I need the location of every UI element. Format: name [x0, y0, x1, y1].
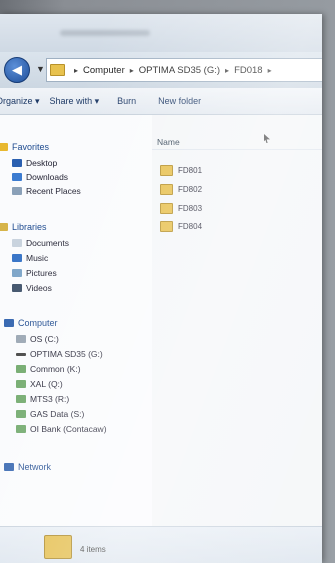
nav-drive-g[interactable]: OPTIMA SD35 (G:)	[16, 349, 103, 359]
folder-icon	[160, 165, 173, 176]
folder-icon	[160, 184, 173, 195]
nav-drive-q[interactable]: XAL (Q:)	[16, 379, 63, 389]
nav-drive-r[interactable]: MTS3 (R:)	[16, 394, 69, 404]
chevron-right-icon: ▸	[74, 65, 79, 75]
new-folder-button[interactable]: New folder	[158, 96, 201, 106]
removable-drive-icon	[16, 352, 26, 356]
star-icon	[0, 143, 8, 151]
folder-row[interactable]: FD804	[160, 221, 202, 232]
breadcrumb-computer[interactable]: Computer	[83, 65, 125, 76]
title-bar	[0, 14, 322, 52]
music-icon	[12, 254, 22, 262]
back-button[interactable]: ◀	[4, 57, 30, 83]
address-row: ◀ ▼ ▸ Computer ▸ OPTIMA SD35 (G:) ▸ FD01…	[0, 52, 322, 88]
nav-documents[interactable]: Documents	[12, 238, 69, 248]
folder-icon	[160, 203, 173, 214]
details-pane: 4 items	[0, 526, 322, 563]
nav-music[interactable]: Music	[12, 253, 48, 263]
videos-icon	[12, 284, 22, 292]
recent-pages-caret[interactable]: ▼	[36, 64, 45, 74]
recent-places-icon	[12, 187, 22, 195]
pictures-icon	[12, 269, 22, 277]
explorer-window: ◀ ▼ ▸ Computer ▸ OPTIMA SD35 (G:) ▸ FD01…	[0, 14, 322, 563]
share-with-button[interactable]: Share with ▾	[50, 96, 100, 107]
nav-downloads[interactable]: Downloads	[12, 172, 68, 182]
nav-pictures[interactable]: Pictures	[12, 268, 57, 278]
folder-icon	[160, 221, 173, 232]
window-title-blurred	[60, 30, 150, 36]
network-drive-icon	[16, 410, 26, 418]
file-list: Name FD801 FD802 FD803 FD804	[152, 115, 322, 545]
network-drive-icon	[16, 380, 26, 388]
nav-libraries[interactable]: Libraries	[0, 222, 47, 232]
network-icon	[4, 463, 14, 471]
command-bar: Organize ▾ Share with ▾ Burn New folder	[0, 88, 322, 115]
column-header-name[interactable]: Name	[157, 137, 180, 147]
nav-videos[interactable]: Videos	[12, 283, 52, 293]
chevron-right-icon: ▸	[225, 65, 230, 75]
header-divider	[152, 149, 322, 150]
documents-icon	[12, 239, 22, 247]
network-drive-icon	[16, 365, 26, 373]
nav-network[interactable]: Network	[4, 462, 51, 472]
chevron-right-icon: ▸	[129, 65, 134, 75]
burn-button[interactable]: Burn	[117, 96, 136, 106]
nav-drive-c[interactable]: OS (C:)	[16, 334, 59, 344]
address-bar[interactable]: ▸ Computer ▸ OPTIMA SD35 (G:) ▸ FD018 ▸	[46, 58, 322, 82]
nav-recent-places[interactable]: Recent Places	[12, 186, 81, 196]
desktop-icon	[12, 159, 22, 167]
nav-favorites[interactable]: Favorites	[0, 142, 49, 152]
organize-button[interactable]: Organize ▾	[0, 96, 40, 107]
chevron-right-icon: ▸	[267, 65, 272, 75]
hard-drive-icon	[16, 335, 26, 343]
network-drive-icon	[16, 395, 26, 403]
nav-desktop[interactable]: Desktop	[12, 158, 57, 168]
breadcrumb-drive[interactable]: OPTIMA SD35 (G:)	[139, 65, 220, 76]
nav-computer[interactable]: Computer	[4, 318, 58, 328]
nav-drive-s[interactable]: GAS Data (S:)	[16, 409, 84, 419]
network-drive-icon	[16, 425, 26, 433]
folder-icon	[50, 64, 65, 76]
folder-row[interactable]: FD803	[160, 203, 202, 214]
nav-drive-oi[interactable]: OI Bank (Contacaw)	[16, 424, 107, 434]
nav-drive-k[interactable]: Common (K:)	[16, 364, 81, 374]
folder-icon	[44, 535, 72, 559]
navigation-pane: Favorites Desktop Downloads Recent Place…	[0, 115, 152, 545]
folder-row[interactable]: FD801	[160, 165, 202, 176]
folder-row[interactable]: FD802	[160, 184, 202, 195]
item-count: 4 items	[80, 545, 106, 554]
computer-icon	[4, 319, 14, 327]
libraries-icon	[0, 223, 8, 231]
breadcrumb-folder[interactable]: FD018	[234, 65, 263, 76]
downloads-icon	[12, 173, 22, 181]
